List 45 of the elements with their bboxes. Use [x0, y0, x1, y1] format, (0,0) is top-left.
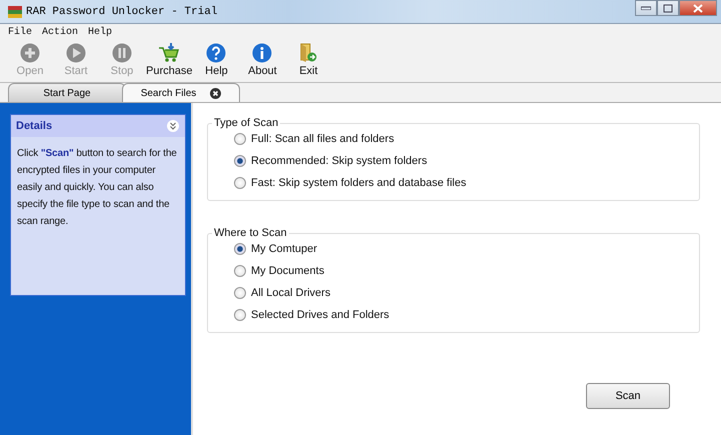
radio-button[interactable] [234, 242, 246, 254]
window-title: RAR Password Unlocker - Trial [26, 6, 218, 18]
radio-option[interactable]: Fast: Skip system folders and database files [234, 175, 699, 190]
app-icon [8, 6, 22, 18]
radio-button[interactable] [234, 176, 246, 188]
maximize-icon [663, 4, 673, 12]
details-text: Click "Scan" button to search for the encrypted files in your computer easily and quickly. You can also specify the file type to scan and the scan range. [16, 147, 178, 229]
radio-button[interactable] [234, 132, 246, 144]
play-icon [66, 43, 86, 63]
exit-icon [299, 43, 318, 63]
maximize-button[interactable] [657, 0, 679, 16]
close-button[interactable] [679, 0, 717, 16]
panel-title: Details [16, 120, 52, 132]
menu-item[interactable]: Action [42, 27, 78, 41]
close-icon[interactable] [210, 88, 222, 98]
radio-button[interactable] [234, 264, 246, 276]
minimize-icon [641, 6, 651, 10]
toolbar-button[interactable]: About [240, 43, 284, 82]
pause-icon [112, 43, 132, 63]
radio-option[interactable]: Recommended: Skip system folders [234, 153, 699, 168]
radio-option[interactable]: My Documents [234, 263, 699, 278]
group-title: Type of Scan [213, 117, 280, 129]
scan-button[interactable]: Scan [586, 383, 670, 409]
tab[interactable]: Start Page [8, 83, 126, 102]
info-icon [252, 43, 272, 63]
plus-icon [20, 43, 40, 63]
radio-option[interactable]: All Local Drivers [234, 285, 699, 300]
close-icon [693, 4, 703, 12]
toolbar-button[interactable]: Purchase [146, 43, 192, 82]
radio-button[interactable] [234, 286, 246, 298]
minimize-button[interactable] [635, 0, 657, 16]
help-icon [206, 43, 226, 63]
radio-option[interactable]: My Comtuper [234, 241, 699, 256]
tab[interactable]: Search Files [122, 83, 240, 102]
group-title: Where to Scan [213, 227, 288, 239]
menu-item[interactable]: Help [88, 27, 112, 41]
radio-button[interactable] [234, 154, 246, 166]
menu-item[interactable]: File [8, 27, 32, 41]
radio-button[interactable] [234, 308, 246, 320]
collapse-icon[interactable] [167, 120, 179, 132]
radio-option[interactable]: Full: Scan all files and folders [234, 131, 699, 146]
radio-option[interactable]: Selected Drives and Folders [234, 307, 699, 322]
cart-icon [158, 43, 180, 63]
toolbar-button[interactable]: Exit [286, 43, 330, 82]
toolbar-button[interactable]: Help [194, 43, 238, 82]
